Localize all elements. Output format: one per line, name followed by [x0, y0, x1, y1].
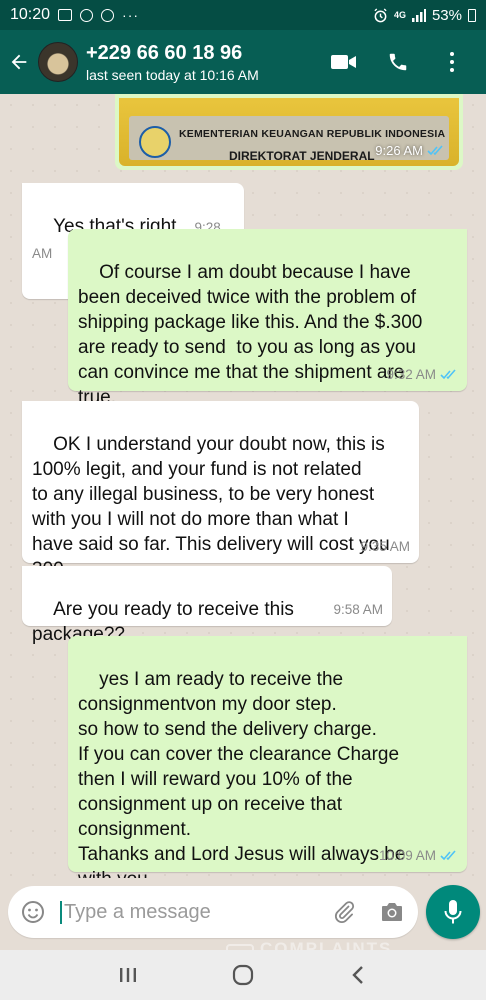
status-right: 4G 53% — [373, 7, 476, 24]
mic-icon — [444, 900, 462, 924]
mic-button[interactable] — [426, 885, 480, 939]
message-input-box — [8, 886, 418, 938]
header-actions — [330, 48, 486, 76]
message-text: OK I understand your doubt now, this is … — [32, 434, 390, 580]
dot — [450, 52, 454, 56]
last-seen: last seen today at 10:16 AM — [86, 66, 259, 83]
document-text-line1: KEMENTERIAN KEUANGAN REPUBLIK INDONESIA — [179, 128, 446, 140]
emoji-button[interactable] — [20, 899, 46, 925]
recent-apps-icon — [119, 968, 136, 982]
camera-icon — [382, 903, 402, 921]
system-nav-bar — [0, 950, 486, 1000]
attach-button[interactable] — [330, 898, 358, 926]
ministry-emblem-icon — [139, 126, 171, 158]
message-text: Of course I am doubt because I have been… — [78, 262, 423, 408]
outgoing-message[interactable]: yes I am ready to receive the consignmen… — [68, 636, 467, 878]
emoji-icon — [22, 901, 44, 923]
battery-percent: 53% — [431, 6, 462, 24]
alarm-icon — [374, 7, 387, 22]
read-receipt-icon — [440, 850, 456, 861]
more-options-icon[interactable] — [438, 48, 466, 76]
more-notifications-icon: ··· — [122, 7, 140, 23]
back-nav-button[interactable] — [338, 955, 378, 995]
incoming-message[interactable]: Are you ready to receive this package?? … — [22, 566, 392, 645]
attach-icon — [335, 901, 355, 923]
phone-icon — [389, 53, 407, 71]
message-time: 9:35 AM — [360, 539, 410, 554]
video-call-button[interactable] — [330, 48, 358, 76]
battery-icon — [468, 8, 476, 22]
message-input[interactable] — [60, 900, 310, 924]
chat-header: +229 66 60 18 96 last seen today at 10:1… — [0, 30, 486, 94]
document-photo: KEMENTERIAN KEUANGAN REPUBLIK INDONESIA … — [119, 98, 459, 166]
message-meta: 9:35 AM — [360, 534, 410, 559]
camera-button[interactable] — [378, 898, 406, 926]
read-receipt-icon — [440, 369, 456, 380]
back-arrow-icon — [11, 54, 27, 70]
contact-name: +229 66 60 18 96 — [86, 41, 243, 64]
message-time: 9:58 AM — [333, 602, 383, 617]
back-button[interactable] — [0, 30, 38, 94]
image-message-meta: 9:26 AM — [375, 143, 445, 158]
chat-area[interactable]: KEMENTERIAN KEUANGAN REPUBLIK INDONESIA … — [0, 94, 486, 878]
image-message[interactable]: KEMENTERIAN KEUANGAN REPUBLIK INDONESIA … — [115, 94, 463, 170]
home-icon — [232, 964, 254, 986]
message-meta: 10:09 AM — [379, 843, 458, 868]
network-type: 4G — [393, 9, 406, 20]
status-time: 10:20 — [10, 6, 51, 23]
contact-info[interactable]: +229 66 60 18 96 last seen today at 10:1… — [86, 41, 259, 84]
read-receipt-icon — [427, 145, 443, 156]
recent-apps-button[interactable] — [108, 955, 148, 995]
message-time: 9:26 AM — [375, 143, 423, 158]
voice-call-button[interactable] — [384, 48, 412, 76]
dot — [450, 68, 454, 72]
dot — [450, 60, 454, 64]
incoming-message[interactable]: OK I understand your doubt now, this is … — [22, 401, 419, 580]
document-text-line2: DIREKTORAT JENDERAL — [229, 149, 375, 163]
avatar[interactable] — [38, 42, 78, 82]
message-time: 10:09 AM — [378, 848, 436, 863]
gallery-notification-icon — [58, 9, 73, 21]
message-text: yes I am ready to receive the consignmen… — [78, 669, 406, 878]
chrome-notification-icon-2 — [101, 8, 115, 22]
video-call-icon — [331, 55, 356, 69]
home-button[interactable] — [223, 955, 263, 995]
back-nav-icon — [352, 966, 364, 984]
message-meta: 9:58 AM — [333, 597, 383, 622]
outgoing-message[interactable]: Of course I am doubt because I have been… — [68, 229, 467, 408]
composer — [0, 878, 486, 950]
status-bar: 10:20 ··· 4G 53% — [0, 0, 486, 30]
status-left: 10:20 ··· — [10, 6, 139, 24]
chrome-notification-icon — [80, 8, 94, 22]
message-meta: 9:32 AM — [386, 362, 458, 387]
signal-icon — [411, 8, 426, 22]
message-time: 9:32 AM — [386, 367, 436, 382]
